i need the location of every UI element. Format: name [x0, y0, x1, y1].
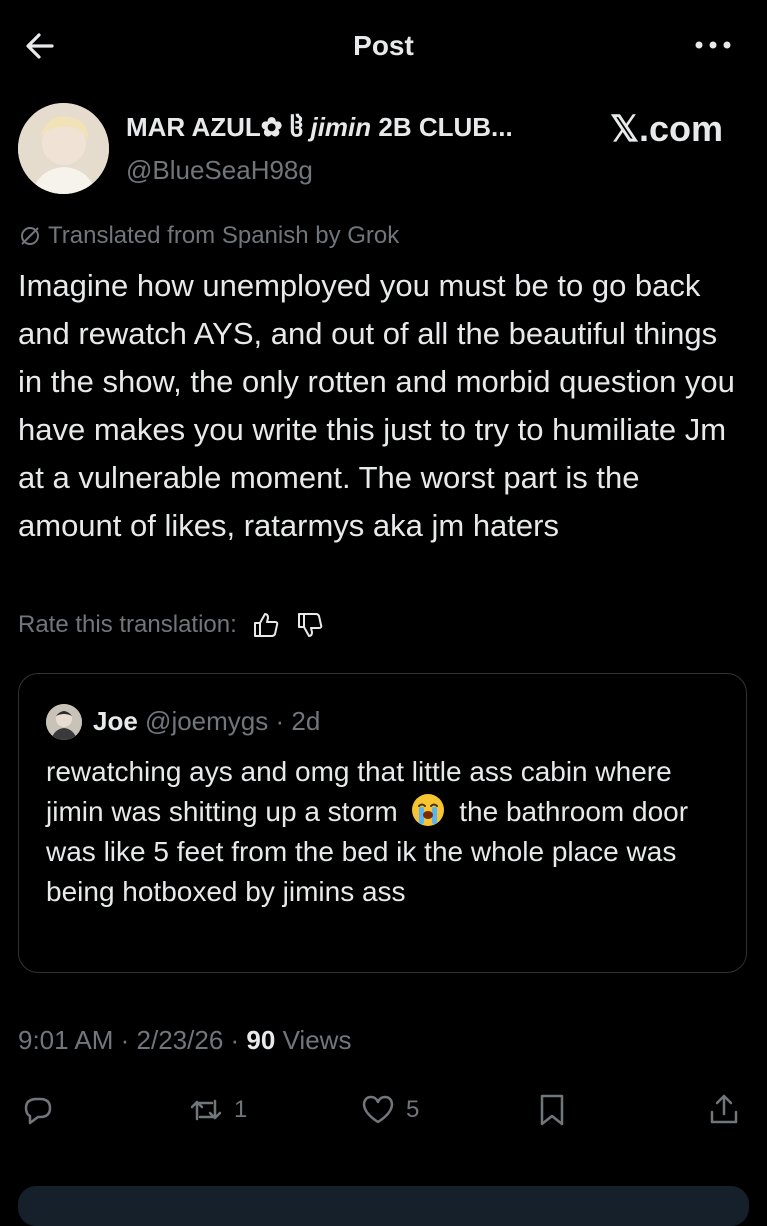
repost-button[interactable]: 1: [188, 1085, 247, 1135]
grok-slash-icon: [21, 227, 39, 245]
top-bar: Post: [0, 0, 767, 92]
repost-count: 1: [234, 1096, 248, 1123]
views-count: 90: [246, 1025, 276, 1055]
thumbs-up-icon[interactable]: [251, 610, 281, 640]
rate-translation: Rate this translation:: [18, 610, 325, 640]
post-date[interactable]: 2/23/26: [137, 1025, 224, 1055]
share-icon: [710, 1094, 738, 1124]
like-button[interactable]: 5: [360, 1085, 419, 1135]
post-time[interactable]: 9:01 AM: [18, 1025, 113, 1055]
like-count: 5: [406, 1096, 420, 1123]
quote-age: 2d: [291, 706, 321, 736]
quote-author-handle[interactable]: @joemygs: [145, 706, 268, 736]
reply-button[interactable]: [20, 1085, 56, 1135]
author-name[interactable]: MAR AZUL✿ ჱ jimin 2B CLUB...: [126, 112, 513, 143]
source-watermark: 𝕏.com: [610, 108, 724, 149]
loudly-crying-emoji-icon: [412, 794, 445, 826]
translation-note: Translated from Spanish by Grok: [18, 222, 399, 250]
page-title: Post: [353, 30, 414, 61]
bookmark-icon: [540, 1094, 564, 1126]
quote-header: Joe @joemygs · 2d: [93, 706, 321, 736]
quote-author-name[interactable]: Joe: [93, 706, 138, 736]
share-button[interactable]: [706, 1085, 742, 1135]
quote-text: rewatching ays and omg that little ass c…: [46, 756, 689, 907]
post-text: Imagine how unemployed you must be to go…: [18, 268, 735, 543]
quote-avatar[interactable]: [46, 704, 82, 740]
bookmark-button[interactable]: [534, 1085, 570, 1135]
reply-icon: [24, 1097, 52, 1125]
repost-icon: [190, 1099, 222, 1121]
heart-icon: [362, 1095, 394, 1124]
post-meta: 9:01 AM · 2/23/26 · 90 Views: [18, 1025, 352, 1055]
reply-composer-bar[interactable]: [18, 1186, 749, 1226]
avatar[interactable]: [18, 103, 109, 194]
author-handle[interactable]: @BlueSeaH98g: [126, 155, 313, 186]
quoted-post[interactable]: Joe @joemygs · 2d rewatching ays and omg…: [18, 673, 747, 973]
views-label: Views: [282, 1025, 352, 1055]
thumbs-down-icon[interactable]: [295, 610, 325, 640]
more-horizontal-icon[interactable]: [693, 30, 733, 60]
action-bar: 1 5: [0, 1085, 767, 1135]
